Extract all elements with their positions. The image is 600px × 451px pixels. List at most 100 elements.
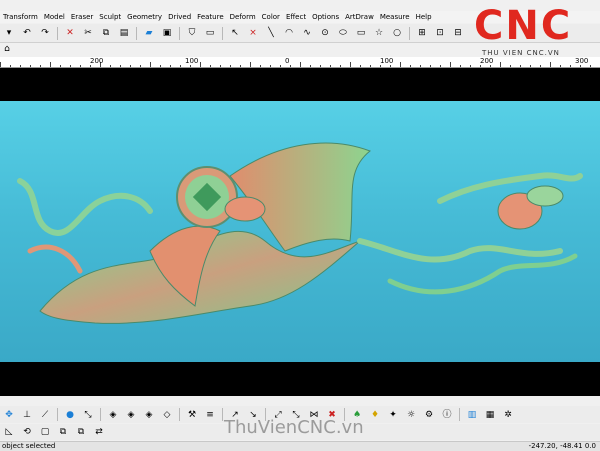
ruler-tick (520, 65, 521, 67)
ruler-tick (270, 65, 271, 67)
info-icon[interactable]: ⓘ (440, 408, 454, 422)
ruler-tick (340, 65, 341, 67)
table-icon[interactable]: ▦ (483, 408, 497, 422)
menu-feature[interactable]: Feature (194, 11, 226, 23)
menu-measure[interactable]: Measure (377, 11, 413, 23)
flip-icon[interactable]: ⇄ (92, 425, 106, 439)
light-icon[interactable]: ✦ (386, 408, 400, 422)
frame-icon[interactable]: ▢ (38, 425, 52, 439)
circle-icon[interactable]: ⊙ (318, 26, 332, 40)
gear-icon[interactable]: ⚙ (422, 408, 436, 422)
color-icon[interactable]: ▰ (142, 26, 156, 40)
circle-outline-icon[interactable]: ○ (390, 26, 404, 40)
monitor-icon[interactable]: ▭ (203, 26, 217, 40)
line-icon[interactable]: ╲ (264, 26, 278, 40)
settings-icon[interactable]: ✲ (501, 408, 515, 422)
ruler-label: 200 (480, 57, 494, 65)
point-icon[interactable]: ● (63, 408, 77, 422)
menu-effect[interactable]: Effect (283, 11, 309, 23)
menu-color[interactable]: Color (259, 11, 283, 23)
select-icon[interactable]: ↖ (228, 26, 242, 40)
rotate-icon[interactable]: ⟲ (20, 425, 34, 439)
copy3-icon[interactable]: ⧉ (74, 425, 88, 439)
ruler-tick (540, 65, 541, 67)
ruler-label: 100 (380, 57, 394, 65)
snap-icon[interactable]: ⊡ (433, 26, 447, 40)
toolbar-divider (222, 408, 223, 421)
menu-artdraw[interactable]: ArtDraw (342, 11, 377, 23)
arc-icon[interactable]: ◠ (282, 26, 296, 40)
toolbar-divider (222, 26, 223, 40)
undo-icon[interactable]: ↶ (20, 26, 34, 40)
ruler-tick (110, 65, 111, 67)
shield-icon[interactable]: ⛉ (185, 26, 199, 40)
ruler-label: 300 (575, 57, 589, 65)
ruler-tick (490, 65, 491, 67)
ruler-tick (410, 65, 411, 67)
slope-icon[interactable]: ⟋ (38, 408, 52, 422)
menu-transform[interactable]: Transform (0, 11, 41, 23)
origin-icon[interactable]: ✥ (2, 408, 16, 422)
ruler-tick (140, 65, 141, 67)
fit-icon[interactable]: ⤡ (81, 408, 95, 422)
copy-icon[interactable]: ⧉ (99, 26, 113, 40)
menu-drived[interactable]: Drived (165, 11, 194, 23)
cut-icon[interactable]: ✂ (81, 26, 95, 40)
base-icon[interactable]: ⊥ (20, 408, 34, 422)
ruler-tick (380, 65, 381, 67)
ruler-tick (440, 65, 441, 67)
mesh3-icon[interactable]: ◈ (142, 408, 156, 422)
align-icon[interactable]: ⊟ (451, 26, 465, 40)
menu-help[interactable]: Help (413, 11, 435, 23)
menu-geometry[interactable]: Geometry (124, 11, 165, 23)
mesh1-icon[interactable]: ◈ (106, 408, 120, 422)
grid-icon[interactable]: ⊞ (415, 26, 429, 40)
toolbar-divider (179, 26, 180, 40)
ruler-tick (460, 65, 461, 67)
curve-icon[interactable]: ∿ (300, 26, 314, 40)
star-icon[interactable]: ☆ (372, 26, 386, 40)
ruler-tick (280, 65, 281, 67)
ruler-tick (130, 65, 131, 67)
bulb2-icon[interactable]: ♦ (368, 408, 382, 422)
relief-canvas[interactable] (0, 101, 600, 362)
redo-icon[interactable]: ↷ (38, 26, 52, 40)
mesh4-icon[interactable]: ◇ (160, 408, 174, 422)
ruler-tick (20, 65, 21, 67)
rectangle-icon[interactable]: ▭ (354, 26, 368, 40)
menu-model[interactable]: Model (41, 11, 68, 23)
pan-icon[interactable]: ⌂ (0, 42, 14, 56)
layer-icon[interactable]: ▥ (465, 408, 479, 422)
mirror-icon[interactable]: ◺ (2, 425, 16, 439)
ruler-tick (40, 65, 41, 67)
ruler-tick (530, 65, 531, 67)
ruler-tick (420, 65, 421, 67)
ruler-tick (580, 65, 581, 67)
ruler-tick (210, 65, 211, 67)
layer-stack-icon[interactable]: ≡ (203, 408, 217, 422)
copy2-icon[interactable]: ⧉ (56, 425, 70, 439)
menu-eraser[interactable]: Eraser (68, 11, 96, 23)
ruler-tick (310, 65, 311, 67)
menu-sculpt[interactable]: Sculpt (96, 11, 124, 23)
delete-icon[interactable]: ✕ (63, 26, 77, 40)
point-x-icon[interactable]: × (246, 26, 260, 40)
ruler-tick (250, 62, 251, 67)
ellipse-icon[interactable]: ⬭ (336, 26, 350, 40)
menu-options[interactable]: Options (309, 11, 342, 23)
sun-icon[interactable]: ☼ (404, 408, 418, 422)
paste-icon[interactable]: ▤ (117, 26, 131, 40)
tool-icon[interactable]: ⚒ (185, 408, 199, 422)
view-icon[interactable]: ▣ (160, 26, 174, 40)
ruler-tick (560, 65, 561, 67)
ruler-tick (120, 65, 121, 67)
ruler-tick (150, 62, 151, 67)
ruler-tick (160, 65, 161, 67)
menu-deform[interactable]: Deform (227, 11, 259, 23)
ruler-label: 0 (285, 57, 290, 65)
ruler-tick (510, 65, 511, 67)
mesh2-icon[interactable]: ◈ (124, 408, 138, 422)
dropdown-icon[interactable]: ▾ (2, 26, 16, 40)
ruler-tick (60, 65, 61, 67)
toolbar-divider (409, 26, 410, 40)
